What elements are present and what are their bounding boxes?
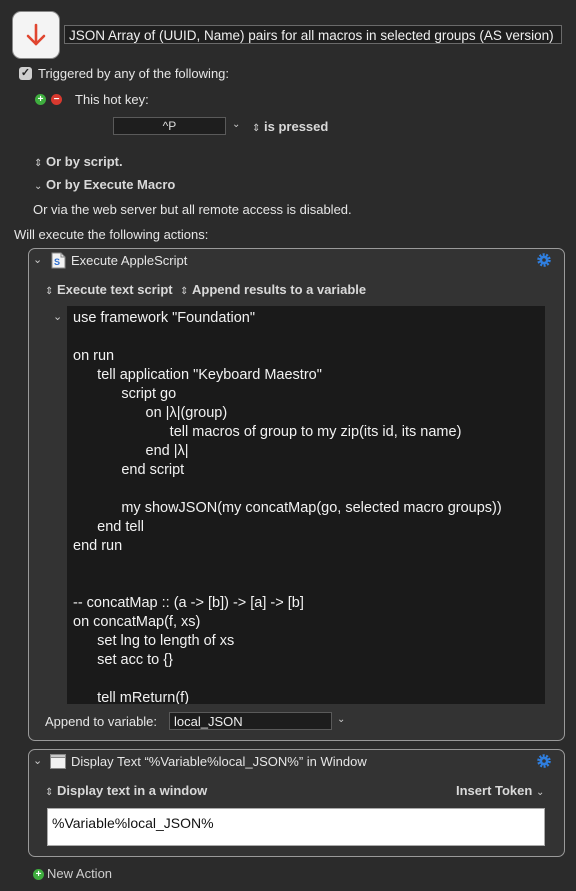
- script-line: -- concatMap :: (a -> [b]) -> [a] -> [b]: [73, 595, 304, 611]
- plus-icon[interactable]: +: [33, 869, 44, 880]
- macro-icon[interactable]: [12, 11, 60, 59]
- script-line: on |λ|(group): [73, 405, 228, 421]
- macro-title-field[interactable]: JSON Array of (UUID, Name) pairs for all…: [64, 25, 562, 44]
- or-by-script-label: Or by script.: [46, 154, 123, 169]
- add-trigger-icon[interactable]: +: [35, 94, 46, 105]
- insert-token-label: Insert Token: [456, 783, 533, 798]
- display-text-field[interactable]: %Variable%local_JSON%: [47, 808, 545, 846]
- script-line: on concatMap(f, xs): [73, 614, 201, 630]
- append-label: Append to variable:: [45, 714, 158, 729]
- script-line: on run: [73, 348, 115, 364]
- result-mode-select[interactable]: ⇕ Append results to a variable: [180, 282, 366, 297]
- script-line: set acc to {}: [73, 652, 173, 668]
- script-collapse-toggle[interactable]: ⌄: [53, 310, 62, 323]
- hotkey-condition-select[interactable]: ⇕ is pressed: [252, 119, 328, 134]
- down-arrow-icon: [26, 23, 46, 46]
- triggers-header: Triggered by any of the following:: [38, 66, 230, 81]
- action1-collapse-toggle[interactable]: ⌄: [33, 253, 42, 266]
- script-editor[interactable]: use framework "Foundation" on run tell ap…: [67, 306, 545, 704]
- hotkey-field[interactable]: ^P: [113, 117, 226, 135]
- script-line: tell mReturn(f): [73, 690, 190, 704]
- applescript-icon: S: [51, 252, 66, 269]
- script-line: use framework "Foundation": [73, 310, 255, 326]
- updown-icon: ⇕: [45, 286, 54, 297]
- script-line: end |λ|: [73, 443, 189, 459]
- execute-mode-label: Execute text script: [57, 282, 173, 297]
- hotkey-label: This hot key:: [75, 92, 149, 107]
- triggered-checkbox[interactable]: ✓: [19, 67, 32, 80]
- or-by-execute-macro-toggle[interactable]: ⌄ Or by Execute Macro: [34, 177, 175, 192]
- script-line: my showJSON(my concatMap(go, selected ma…: [73, 500, 502, 516]
- hotkey-condition-label: is pressed: [264, 119, 329, 134]
- display-mode-label: Display text in a window: [57, 783, 208, 798]
- updown-icon: ⇕: [34, 158, 43, 169]
- script-line: end tell: [73, 519, 144, 535]
- action2-collapse-toggle[interactable]: ⌄: [33, 754, 42, 767]
- or-by-script-toggle[interactable]: ⇕ Or by script.: [34, 154, 123, 169]
- or-by-execute-macro-label: Or by Execute Macro: [46, 177, 176, 192]
- insert-token-menu[interactable]: Insert Token ⌄: [456, 783, 544, 798]
- updown-icon: ⇕: [180, 286, 189, 297]
- script-line: set lng to length of xs: [73, 633, 235, 649]
- variable-name-field[interactable]: local_JSON: [169, 712, 332, 730]
- action2-title: Display Text “%Variable%local_JSON%” in …: [71, 754, 367, 769]
- execute-mode-select[interactable]: ⇕ Execute text script: [45, 282, 173, 297]
- updown-icon: ⇕: [45, 787, 54, 798]
- actions-header: Will execute the following actions:: [14, 227, 209, 242]
- script-line: end script: [73, 462, 185, 478]
- web-server-note: Or via the web server but all remote acc…: [33, 202, 352, 217]
- gear-icon[interactable]: [535, 752, 553, 773]
- script-line: tell application "Keyboard Maestro": [73, 367, 322, 383]
- new-action-button[interactable]: New Action: [47, 866, 112, 881]
- chevron-down-icon: ⌄: [34, 181, 43, 192]
- script-line: end run: [73, 538, 123, 554]
- gear-icon[interactable]: [535, 251, 553, 272]
- variable-dropdown-icon[interactable]: ⌄: [337, 714, 345, 725]
- window-icon: [50, 754, 66, 772]
- remove-trigger-icon[interactable]: −: [51, 94, 62, 105]
- svg-text:S: S: [54, 257, 60, 267]
- script-line: script go: [73, 386, 177, 402]
- action1-title: Execute AppleScript: [71, 253, 188, 268]
- result-mode-label: Append results to a variable: [192, 282, 367, 297]
- script-line: tell macros of group to my zip(its id, i…: [73, 424, 462, 440]
- hotkey-dropdown-icon[interactable]: ⌄: [232, 119, 240, 130]
- display-mode-select[interactable]: ⇕ Display text in a window: [45, 783, 207, 798]
- updown-icon: ⇕: [252, 123, 261, 134]
- chevron-down-icon: ⌄: [535, 787, 545, 798]
